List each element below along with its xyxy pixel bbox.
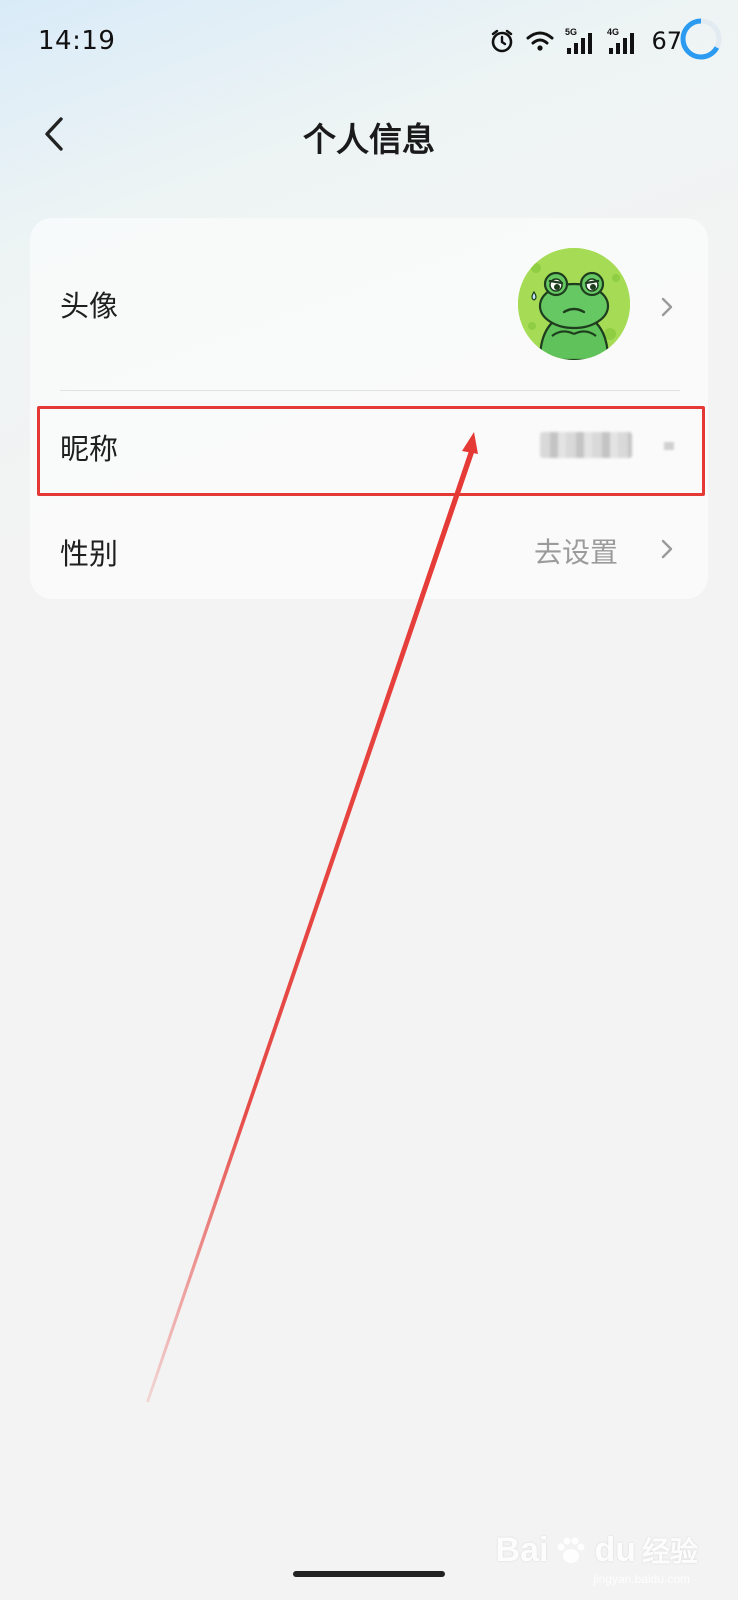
- status-bar: 14:19 5G 4G 67: [0, 0, 738, 82]
- frog-avatar-image: [518, 248, 630, 360]
- signal-5g-icon: 5G: [565, 27, 593, 54]
- battery-ring-icon: [680, 18, 722, 60]
- avatar-row[interactable]: 头像: [30, 218, 708, 390]
- signal-2-label: 4G: [607, 27, 619, 37]
- alarm-icon: [492, 29, 513, 53]
- highlight-box: [37, 406, 705, 496]
- wifi-icon: [526, 31, 554, 51]
- paw-icon: [557, 1537, 585, 1563]
- watermark-brand: Bai: [495, 1530, 549, 1569]
- page-title: 个人信息: [303, 120, 435, 159]
- watermark: Bai du 经验: [496, 1530, 698, 1570]
- chevron-right-icon: [661, 297, 673, 317]
- watermark-jingyan: 经验: [641, 1535, 698, 1568]
- watermark-brand-end: du: [594, 1530, 636, 1569]
- signal-4g-icon: 4G: [607, 27, 635, 54]
- watermark-url: jingyan.baidu.com: [593, 1572, 690, 1586]
- status-time: 14:19: [38, 26, 116, 56]
- gender-label: 性别: [60, 537, 119, 571]
- gender-value: 去设置: [533, 536, 618, 569]
- signal-1-label: 5G: [565, 27, 577, 37]
- gender-row[interactable]: 性别 去设置: [30, 498, 708, 598]
- avatar: [518, 248, 630, 360]
- divider: [60, 390, 680, 391]
- avatar-label: 头像: [60, 289, 119, 323]
- chevron-right-icon: [661, 539, 673, 559]
- status-icons: 5G 4G 67: [489, 24, 682, 58]
- home-indicator[interactable]: [293, 1571, 445, 1577]
